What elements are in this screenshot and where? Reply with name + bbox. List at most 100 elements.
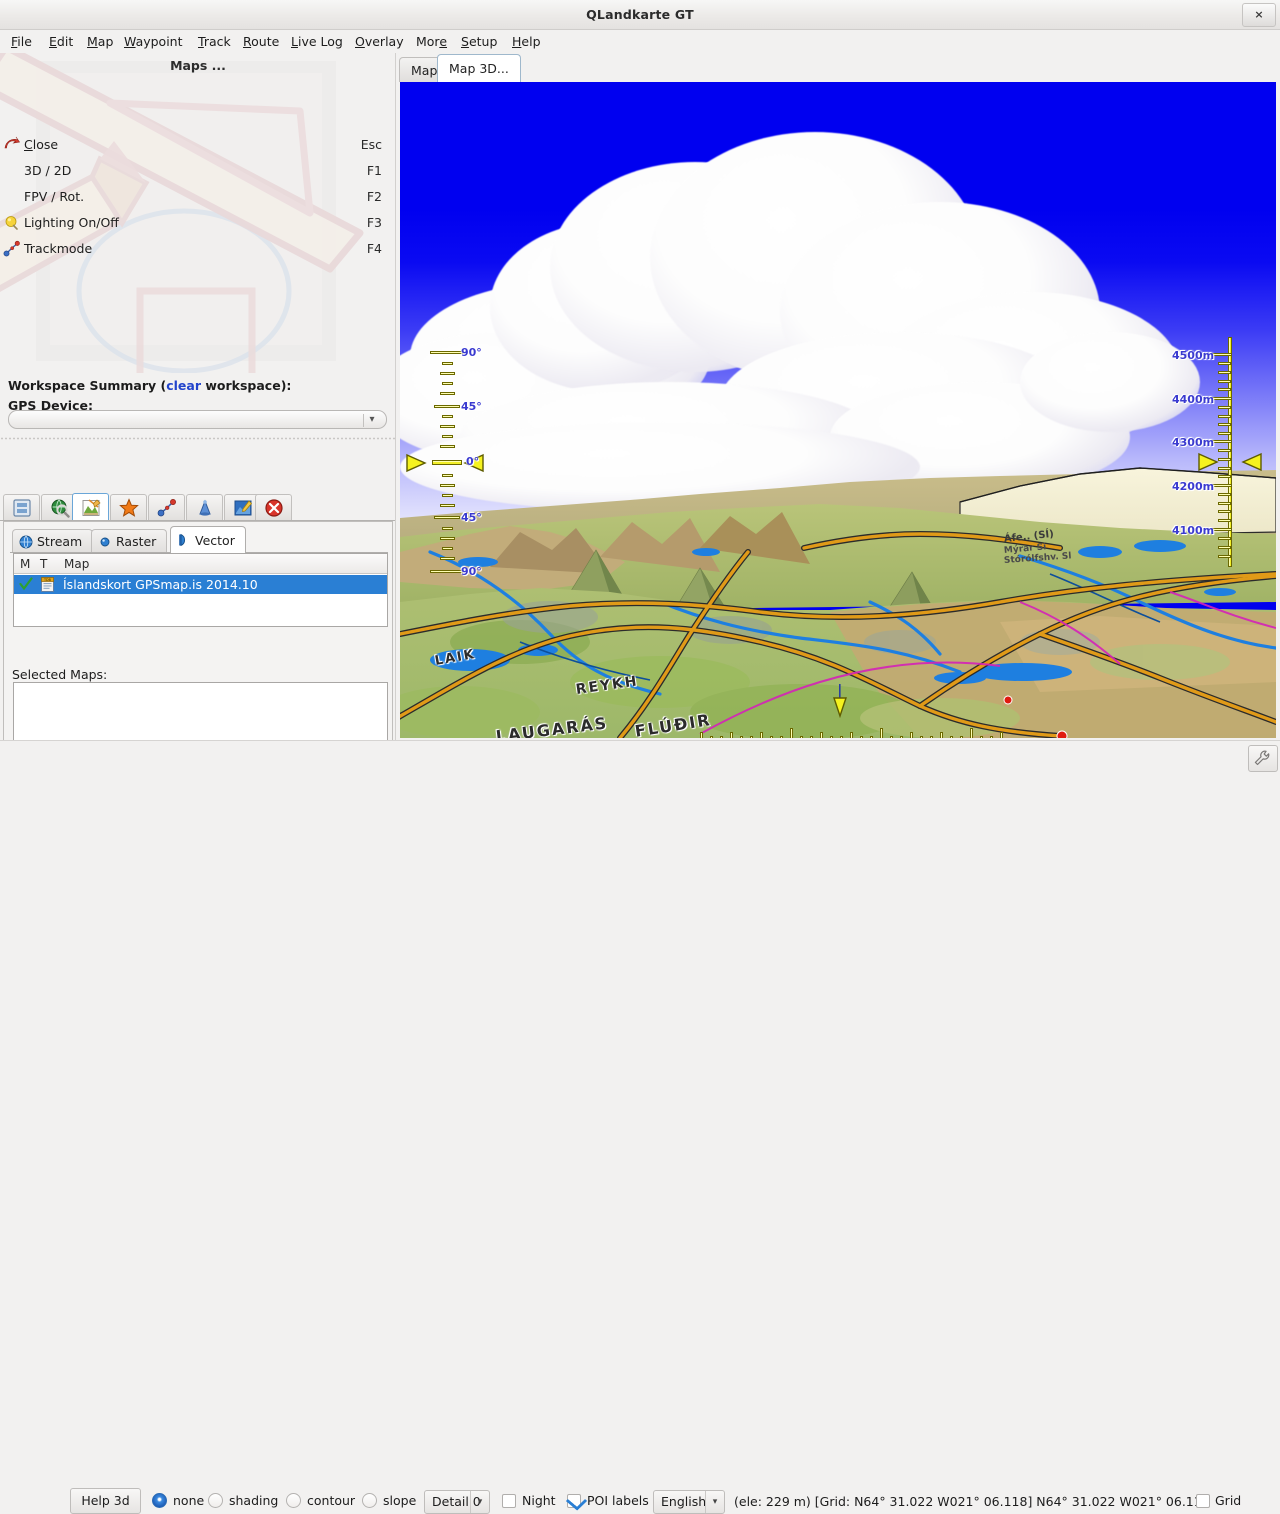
map-icon bbox=[82, 498, 101, 516]
workspace-summary-suffix: workspace): bbox=[201, 378, 292, 393]
radio-contour[interactable] bbox=[286, 1493, 301, 1508]
sidebar-item-cancel[interactable] bbox=[255, 494, 292, 521]
globe-search-icon bbox=[51, 499, 70, 518]
selected-maps-list[interactable] bbox=[13, 682, 388, 740]
menu-file[interactable]: File bbox=[8, 30, 35, 53]
map-tool-button[interactable] bbox=[1248, 745, 1278, 772]
star-icon bbox=[118, 497, 139, 517]
left-panel: Maps ... Close Esc 3D / 2D F1 FPV / Rot.… bbox=[0, 53, 396, 740]
grid-label: Grid bbox=[1215, 1493, 1242, 1508]
night-checkbox[interactable] bbox=[502, 1494, 516, 1508]
sidebar-item-tracks[interactable] bbox=[186, 494, 223, 521]
menu-row-lighting[interactable]: Lighting On/Off F3 bbox=[0, 210, 395, 236]
tab-label: Vector bbox=[195, 533, 235, 548]
menu-track[interactable]: Track bbox=[195, 30, 234, 53]
window-title: QLandkarte GT bbox=[586, 7, 694, 22]
menu-route[interactable]: Route bbox=[240, 30, 282, 53]
workspace-summary: Workspace Summary (clear workspace): bbox=[8, 378, 388, 393]
column-header-m: M bbox=[20, 557, 31, 571]
menu-row-fpv-rot[interactable]: FPV / Rot. F2 bbox=[0, 184, 395, 210]
radio-slope[interactable] bbox=[362, 1493, 377, 1508]
tab-raster[interactable]: Raster bbox=[91, 529, 168, 553]
menu-row-close[interactable]: Close Esc bbox=[0, 132, 395, 158]
pitch-tick-mid bbox=[434, 405, 460, 408]
tab-stream[interactable]: Stream bbox=[12, 529, 94, 553]
menu-row-shortcut: F2 bbox=[366, 189, 382, 204]
pitch-label-0: 0° bbox=[466, 455, 480, 468]
tab-label: Stream bbox=[37, 534, 83, 549]
sidebar-item-maps[interactable] bbox=[72, 493, 109, 522]
cancel-icon bbox=[264, 498, 283, 517]
menu-help[interactable]: Help bbox=[509, 30, 544, 53]
menu-more[interactable]: More bbox=[413, 30, 450, 53]
sidebar-item-waypoints[interactable] bbox=[110, 494, 147, 521]
language-combo[interactable]: English bbox=[653, 1490, 725, 1514]
menu-edit[interactable]: Edit bbox=[46, 30, 76, 53]
pitch-tick-zero bbox=[432, 460, 462, 465]
radio-label-slope: slope bbox=[383, 1493, 417, 1508]
table-header: M T Map bbox=[14, 554, 387, 574]
combo-separator bbox=[363, 414, 364, 427]
edit-map-icon bbox=[234, 499, 252, 515]
close-arrow-icon bbox=[4, 136, 21, 149]
detail-combo[interactable]: Detail 0 bbox=[424, 1490, 490, 1514]
chevron-down-icon bbox=[470, 1491, 489, 1513]
column-header-map: Map bbox=[64, 557, 90, 571]
menu-row-shortcut: Esc bbox=[360, 137, 382, 152]
radio-label-none: none bbox=[173, 1493, 205, 1508]
radio-shading[interactable] bbox=[208, 1493, 223, 1508]
menu-row-trackmode[interactable]: Trackmode F4 bbox=[0, 236, 395, 262]
database-icon bbox=[12, 498, 31, 517]
main-tabs: Map Map 3D... bbox=[396, 53, 1280, 82]
night-label: Night bbox=[522, 1493, 556, 1508]
clear-workspace-link[interactable]: clear bbox=[166, 378, 201, 393]
selected-maps-label: Selected Maps: bbox=[12, 667, 108, 682]
main-icon-tabs bbox=[0, 493, 395, 522]
menu-row-shortcut: F1 bbox=[366, 163, 382, 178]
table-row[interactable]: TDB Íslandskort GPSmap.is 2014.10 bbox=[14, 575, 387, 594]
raster-icon bbox=[100, 537, 110, 546]
vector-icon bbox=[179, 533, 185, 547]
close-window-button[interactable]: × bbox=[1242, 3, 1276, 27]
altitude-pointer-right bbox=[1241, 452, 1262, 472]
maps-menu-title: Maps ... bbox=[170, 58, 226, 73]
tab-map-3d[interactable]: Map 3D... bbox=[437, 54, 521, 82]
svg-text:TDB: TDB bbox=[43, 578, 52, 582]
menu-live-log[interactable]: Live Log bbox=[288, 30, 346, 53]
pitch-label-45-bot: 45° bbox=[461, 511, 482, 524]
sidebar-item-routes[interactable] bbox=[148, 494, 185, 521]
menu-overlay[interactable]: Overlay bbox=[352, 30, 407, 53]
altitude-pointer-left bbox=[1198, 452, 1219, 472]
grid-checkbox[interactable] bbox=[1196, 1494, 1210, 1508]
vector-map-table: M T Map TDB Íslandskort GPSmap.is 2014.1… bbox=[13, 553, 388, 627]
workspace-summary-prefix: Workspace Summary ( bbox=[8, 378, 167, 393]
tdb-file-icon: TDB bbox=[41, 577, 54, 592]
map-name: Íslandskort GPSmap.is 2014.10 bbox=[63, 577, 258, 592]
help-3d-button[interactable]: Help 3d bbox=[70, 1488, 141, 1514]
route-icon bbox=[157, 498, 176, 516]
panel-splitter[interactable] bbox=[0, 434, 395, 442]
radio-none[interactable] bbox=[152, 1493, 167, 1508]
poi-labels-checkbox[interactable] bbox=[567, 1494, 581, 1508]
title-bar: QLandkarte GT × bbox=[0, 0, 1280, 30]
tab-vector[interactable]: Vector bbox=[170, 526, 246, 553]
radio-label-contour: contour bbox=[307, 1493, 356, 1508]
menu-setup[interactable]: Setup bbox=[458, 30, 500, 53]
menu-row-3d2d[interactable]: 3D / 2D F1 bbox=[0, 158, 395, 184]
splitter-grip bbox=[0, 437, 395, 440]
chevron-down-icon bbox=[705, 1491, 724, 1513]
menu-waypoint[interactable]: Waypoint bbox=[121, 30, 186, 53]
menu-row-label: Trackmode bbox=[24, 241, 93, 256]
altitude-label-4400: 4400m bbox=[1172, 393, 1215, 406]
track-icon bbox=[3, 240, 20, 257]
menu-row-label: Close bbox=[24, 137, 59, 152]
radio-label-shading: shading bbox=[229, 1493, 279, 1508]
sidebar-item-database[interactable] bbox=[3, 494, 40, 521]
gps-device-combo[interactable] bbox=[8, 410, 387, 429]
map-3d-canvas[interactable]: LAUGARÁS FLÚÐIR REYKH ÍMAR LAIK bbox=[400, 82, 1276, 738]
heading-pointer bbox=[833, 684, 847, 718]
lightbulb-icon bbox=[5, 216, 18, 230]
coordinates-status: (ele: 229 m) [Grid: N64° 31.022 W021° 06… bbox=[734, 1494, 1210, 1509]
pitch-label-90-bot: 90° bbox=[461, 565, 482, 578]
menu-map[interactable]: Map bbox=[84, 30, 116, 53]
